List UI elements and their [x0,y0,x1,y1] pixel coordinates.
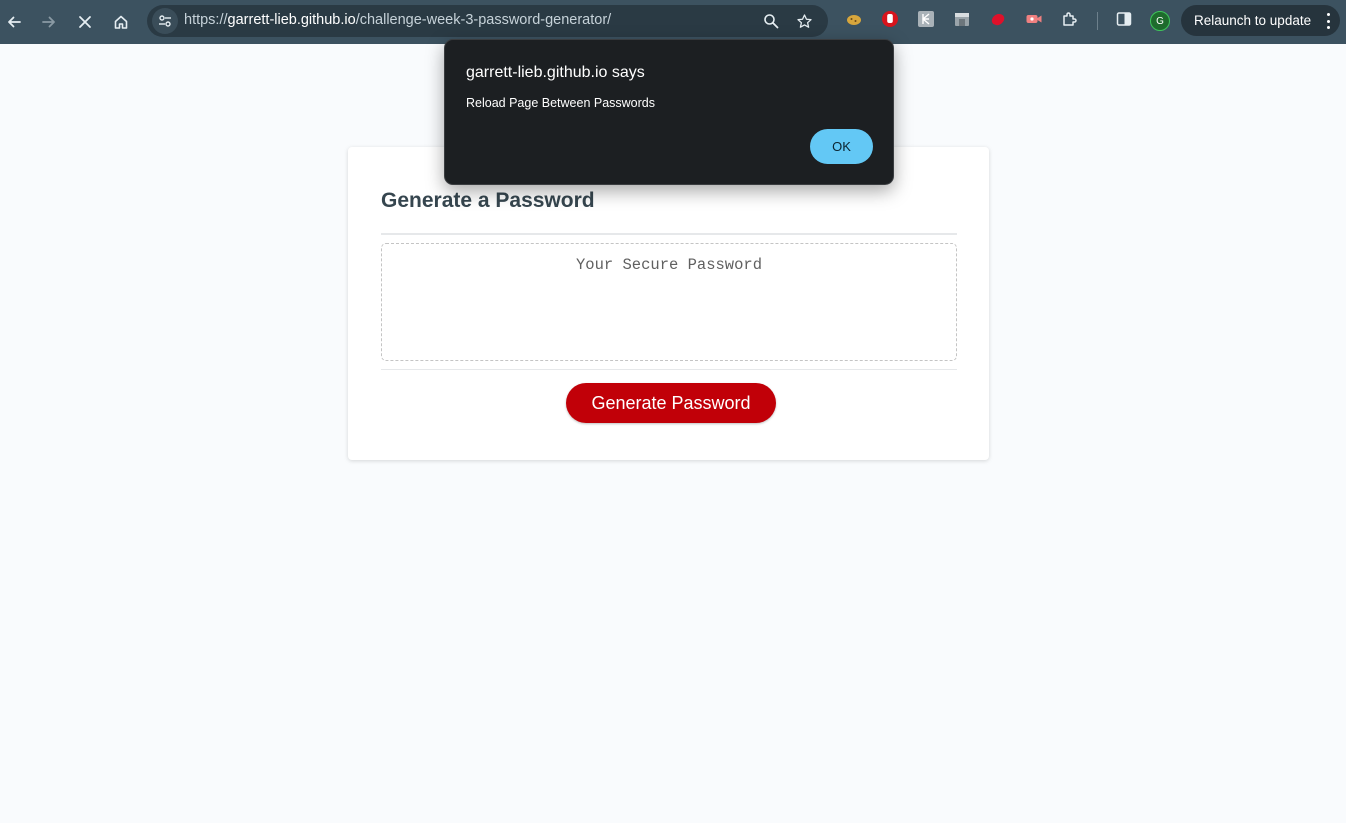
forward-arrow-icon [42,16,55,28]
profile-avatar[interactable]: G [1150,11,1170,31]
extension-video-icon[interactable] [1025,10,1043,28]
back-button[interactable] [0,8,28,36]
extension-grey-tile-icon[interactable] [917,10,935,28]
tile-icon [918,11,934,27]
card-title: Generate a Password [381,189,595,212]
hand-icon [882,11,898,27]
address-bar[interactable]: https://garrett-lieb.github.io/challenge… [147,5,828,37]
dialog-message: Reload Page Between Passwords [466,96,656,110]
back-arrow-icon [8,16,21,28]
footer-divider [381,369,957,370]
blob-icon [991,14,1005,26]
zoom-button[interactable] [761,11,781,31]
ok-button[interactable]: OK [810,129,873,164]
store-icon [955,13,969,26]
home-button[interactable] [107,8,135,36]
generate-password-button[interactable]: Generate Password [566,383,776,423]
cookie-icon [847,15,861,25]
site-info-button[interactable] [152,8,178,34]
url-text[interactable]: https://garrett-lieb.github.io/challenge… [184,12,611,28]
relaunch-label: Relaunch to update [1194,13,1312,28]
stop-loading-button[interactable] [71,8,99,36]
relaunch-button[interactable]: Relaunch to update [1181,5,1340,36]
puzzle-icon [1063,12,1077,26]
url-scheme: https:// [184,12,228,28]
url-path: /challenge-week-3-password-generator/ [355,12,612,28]
side-panel-button[interactable] [1115,10,1133,28]
star-icon [796,13,812,28]
magnifier-icon [764,14,779,29]
video-camera-icon [1026,15,1042,23]
url-host: garrett-lieb.github.io [227,12,356,28]
extension-red-blob-icon[interactable] [989,10,1007,28]
tune-icon [159,15,171,27]
home-icon [114,15,128,29]
browser-toolbar: https://garrett-lieb.github.io/challenge… [0,0,1346,44]
forward-button[interactable] [35,8,63,36]
close-icon [79,16,91,28]
password-generator-card: Generate a Password Generate Password [348,147,989,460]
extensions-button[interactable] [1061,10,1079,28]
extension-store-icon[interactable] [953,10,971,28]
password-output[interactable] [381,243,957,361]
bookmark-button[interactable] [794,11,814,31]
side-panel-icon [1116,12,1132,26]
dialog-title: garrett-lieb.github.io says [466,64,645,81]
vertical-dots-icon [1326,13,1330,29]
toolbar-divider [1097,12,1098,30]
alert-dialog: garrett-lieb.github.io says Reload Page … [444,39,894,185]
extension-cookie-icon[interactable] [845,10,863,28]
extension-stop-hand-icon[interactable] [881,10,899,28]
header-divider [381,233,957,235]
